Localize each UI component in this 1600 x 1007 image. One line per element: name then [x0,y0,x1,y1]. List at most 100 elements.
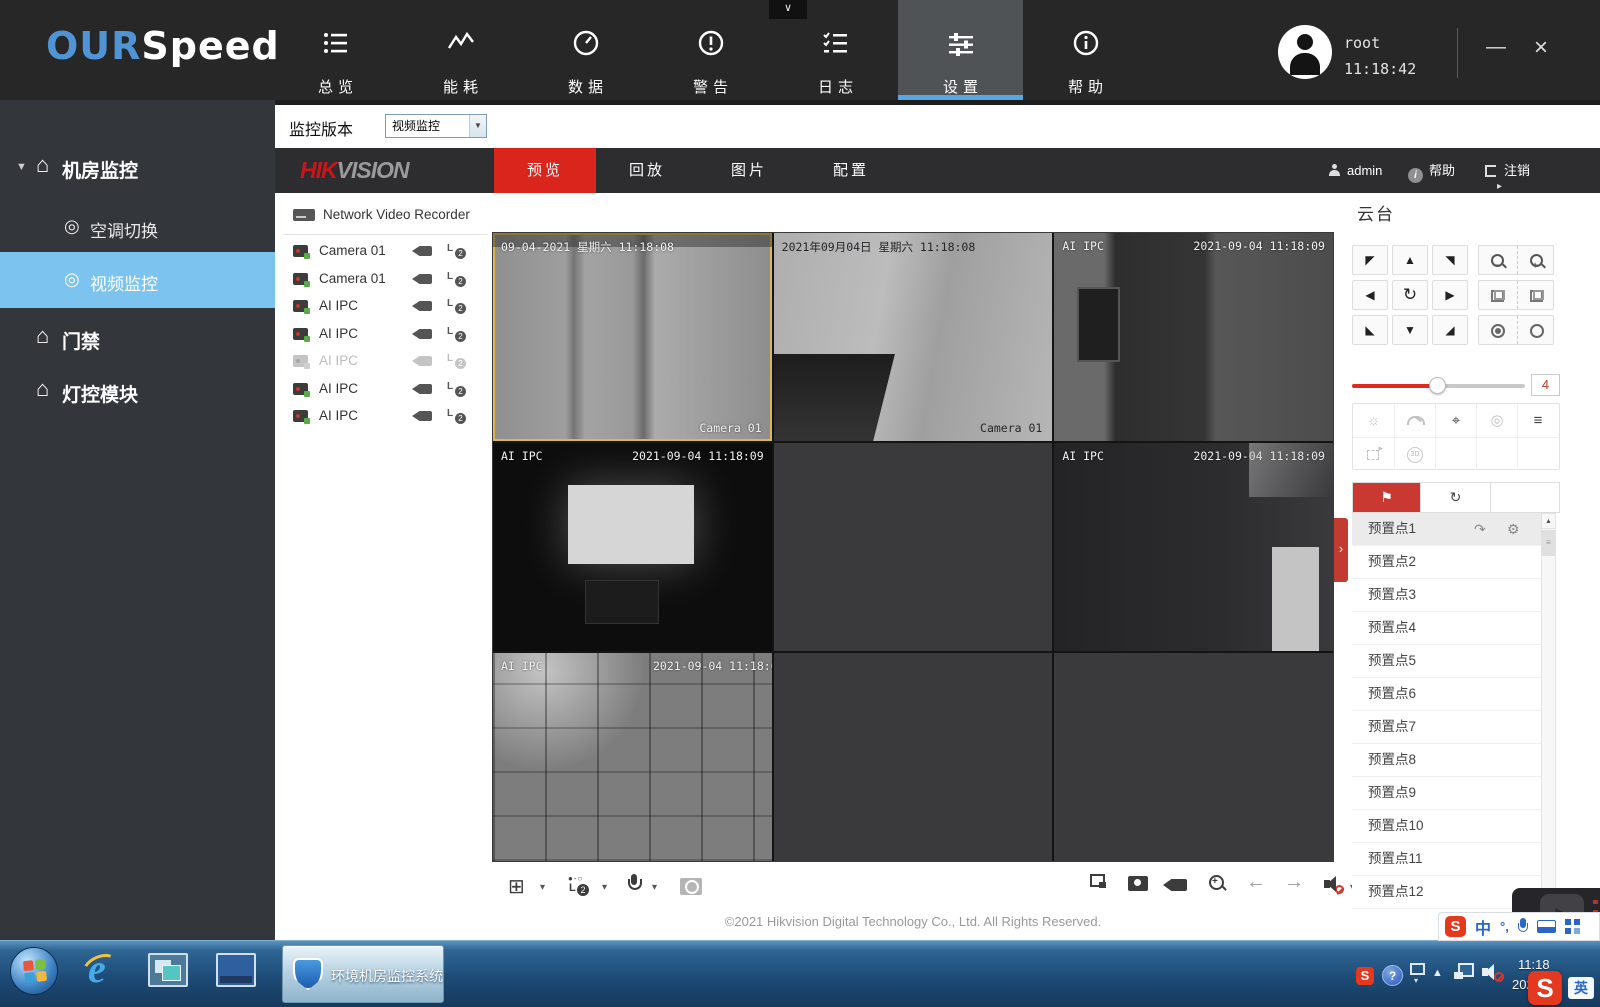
preset-row[interactable]: 预置点5 [1352,645,1541,678]
video-cell-5[interactable] [774,443,1053,651]
preset-scrollbar[interactable]: ▲ ≡ ▼ [1541,513,1556,909]
preset-row[interactable]: 预置点11 [1352,843,1541,876]
stop-all-button[interactable] [1090,874,1106,893]
camcorder-icon[interactable] [418,301,432,311]
tray-sogou-icon[interactable]: S [1356,967,1374,985]
tray-help-icon[interactable]: ? [1382,965,1403,986]
stream-type-icon[interactable]: L2 [445,269,467,287]
preset-set-gear-icon[interactable]: ⚙ [1507,513,1520,545]
preset-row[interactable]: 预置点3 [1352,579,1541,612]
minimize-button[interactable]: — [1486,36,1506,59]
voice-input-icon[interactable] [1518,918,1528,936]
ptz-down-button[interactable]: ▼ [1392,315,1428,345]
zoom-in-button[interactable]: + [1517,246,1555,274]
hik-admin[interactable]: admin [1328,148,1382,193]
camera-tree-row-offline[interactable]: AI IPC L2 [285,348,492,376]
manual-track-button[interactable] [1353,437,1394,470]
video-cell-9[interactable] [1054,653,1333,861]
preset-call-icon[interactable]: ↷ [1474,513,1486,545]
snapshot-button[interactable] [1128,876,1148,896]
scroll-thumb[interactable]: ≡ [1542,530,1555,556]
preset-row[interactable]: 预置点9 [1352,777,1541,810]
iris-open-button[interactable] [1517,316,1555,344]
sidebar-item-light-control[interactable]: ⌂ 灯控模块 [0,368,275,414]
nav-settings[interactable]: 设置 [898,0,1023,100]
video-cell-3[interactable]: AI IPC 2021-09-04 11:18:09 [1054,233,1333,441]
sogou-status-icon[interactable]: S [1528,971,1562,1005]
video-cell-7[interactable]: AI IPC 2021-09-04 11:18:09 [493,653,772,861]
preset-row[interactable]: 预置点7 [1352,711,1541,744]
sogou-logo-icon[interactable]: S [1445,916,1466,937]
stream-type-icon[interactable]: L2 [445,379,467,397]
sidebar-item-door-access[interactable]: ⌂ 门禁 [0,315,275,361]
tab-presets[interactable]: ⚑ [1352,482,1421,513]
sidebar-item-video-monitor[interactable]: ◎ 视频监控 [0,252,275,308]
taskbar-active-task[interactable]: 环境机房监控系统 [282,945,444,1003]
tab-config[interactable]: 配置 [800,148,902,193]
focus-far-button[interactable] [1517,281,1555,309]
layout-dropdown-icon[interactable]: ▾ [540,882,545,893]
hik-help-button[interactable]: i帮助 [1408,148,1455,193]
soft-keyboard-icon[interactable] [1537,920,1556,933]
camera-tree-row[interactable]: Camera 01 L2 [285,238,492,266]
preset-row[interactable]: 预置点6 [1352,678,1541,711]
punctuation-icon[interactable]: °, [1500,919,1509,934]
taskbar-remote-desktop-icon[interactable] [216,953,256,987]
zoom-3d-button[interactable]: 3D [1394,437,1435,470]
tab-pattern[interactable] [1491,482,1560,513]
light-button[interactable]: ☼ [1353,404,1394,437]
stream-type-icon[interactable]: L2 [445,324,467,342]
camcorder-icon[interactable] [418,246,432,256]
tray-network-icon[interactable] [1454,963,1474,979]
ptz-up-right-button[interactable]: ◥ [1432,245,1468,275]
video-cell-8[interactable] [774,653,1053,861]
layout-grid-button[interactable]: ⊞ [508,874,525,899]
nav-energy[interactable]: 能耗 [398,0,523,100]
iris-close-button[interactable] [1479,316,1517,344]
tab-pictures[interactable]: 图片 [698,148,800,193]
nav-data[interactable]: 数据 [523,0,648,100]
camcorder-icon[interactable] [418,329,432,339]
digital-zoom-button[interactable]: + [1208,874,1226,897]
stream-type-button[interactable]: ●-○L2 [568,876,592,901]
nav-help[interactable]: 帮助 [1023,0,1148,100]
taskbar-app-icon[interactable] [148,953,188,987]
sidebar-group-room-monitor[interactable]: ▼ ⌂ 机房监控 [0,148,275,190]
preset-row[interactable]: 预置点2 [1352,546,1541,579]
ptz-auto-scan-button[interactable]: ↻ [1392,280,1428,310]
tray-volume-muted-icon[interactable] [1482,963,1504,981]
top-dropdown-chevron[interactable]: ∨ [769,0,807,19]
focus-near-button[interactable] [1479,281,1517,309]
ptz-left-button[interactable]: ◀ [1352,280,1388,310]
prev-page-button[interactable]: ← [1246,871,1266,894]
microphone-button[interactable] [628,874,640,901]
camcorder-icon[interactable] [418,384,432,394]
video-cell-6[interactable]: AI IPC 2021-09-04 11:18:09 [1054,443,1333,651]
preset-row[interactable]: 预置点8 [1352,744,1541,777]
camera-tree-row[interactable]: AI IPC L2 [285,321,492,349]
wiper-button[interactable] [1394,404,1435,437]
stream-type-icon[interactable]: L2 [445,241,467,259]
tray-clock-time[interactable]: 11:18 [1518,957,1550,972]
hik-logout-button[interactable]: 注销 [1485,148,1530,193]
slider-thumb[interactable] [1429,377,1446,394]
zoom-out-button[interactable]: − [1479,246,1517,274]
ptz-up-left-button[interactable]: ◤ [1352,245,1388,275]
tab-playback[interactable]: 回放 [596,148,698,193]
preset-row[interactable]: 预置点4 [1352,612,1541,645]
video-cell-1[interactable]: 09-04-2021 星期六 11:18:08 Camera 01 [493,233,772,441]
camera-tree-row[interactable]: AI IPC L2 [285,403,492,431]
ptz-up-button[interactable]: ▲ [1392,245,1428,275]
nav-overview[interactable]: 总览 [273,0,398,100]
chinese-mode-icon[interactable]: 中 [1475,915,1491,939]
language-indicator[interactable]: 英 [1568,977,1594,999]
record-button[interactable] [1170,878,1187,896]
tab-preview[interactable]: 预览 [494,148,596,193]
audio-button[interactable] [1324,876,1344,897]
video-cell-4[interactable]: AI IPC 2021-09-04 11:18:09 [493,443,772,651]
camera-tree-row[interactable]: AI IPC L2 [285,376,492,404]
preset-row[interactable]: 预置点1↷⚙ [1352,513,1541,546]
sidebar-item-ac-switch[interactable]: ◎ 空调切换 [0,204,275,250]
mic-dropdown-icon[interactable]: ▾ [652,882,657,893]
ptz-down-left-button[interactable]: ◣ [1352,315,1388,345]
